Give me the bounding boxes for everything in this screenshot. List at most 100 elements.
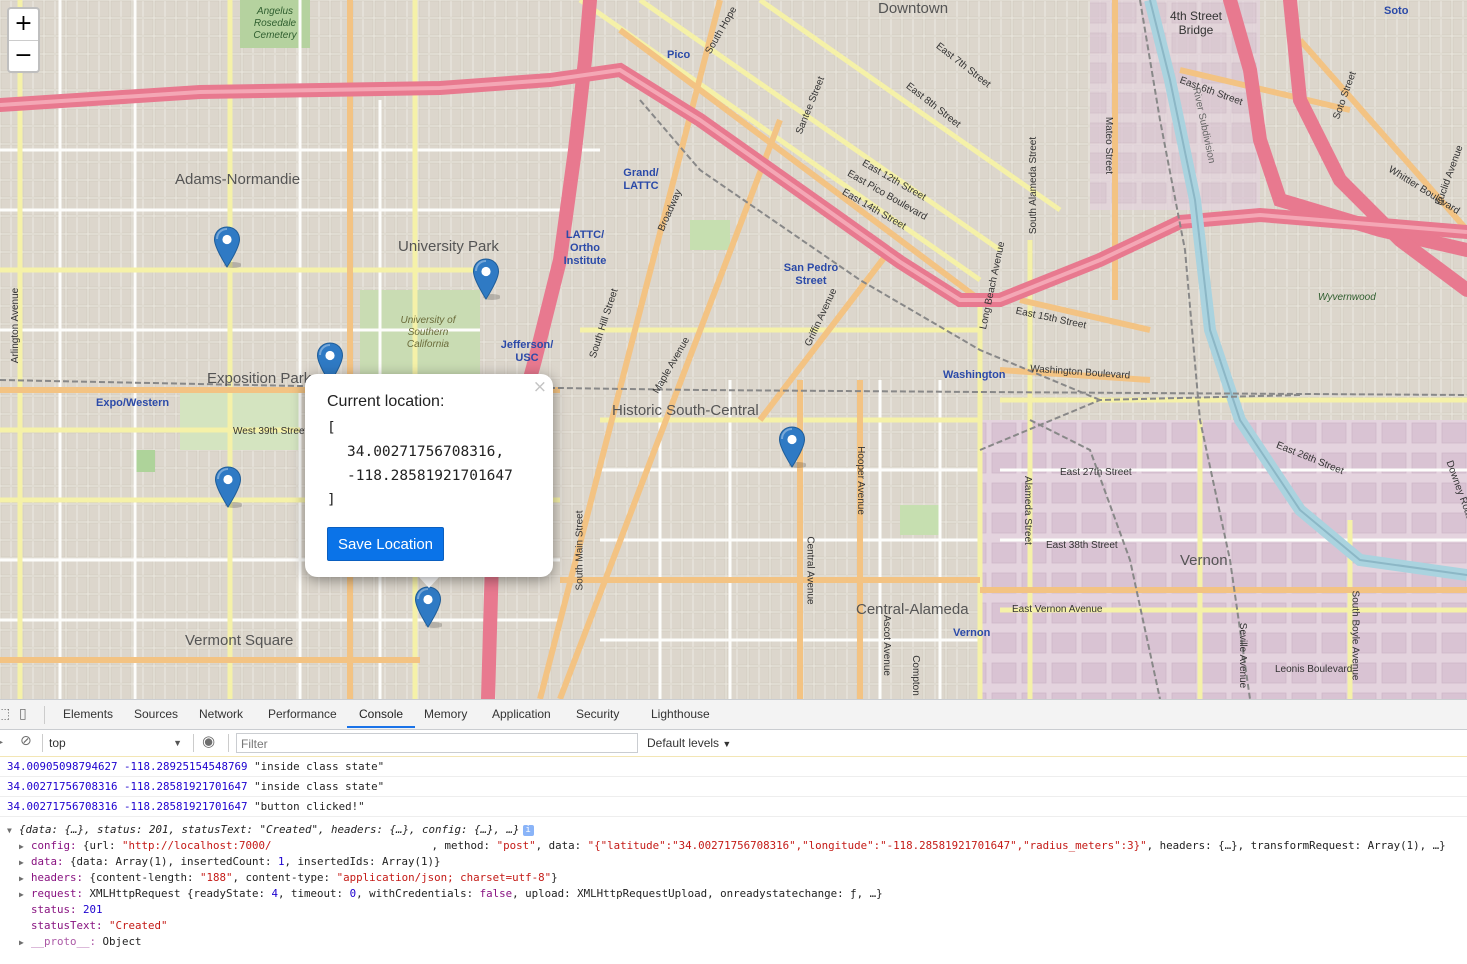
devtools-panel: ⬚ ▯ Elements Sources Network Performance…	[0, 699, 1467, 964]
street-label-south-alameda: South Alameda Street	[1028, 136, 1040, 235]
collapsed-triangle-icon[interactable]: ▶	[19, 935, 31, 951]
map-pin-icon	[778, 426, 806, 468]
popup-coordinates: [ 34.00271756708316, -118.28581921701647…	[327, 416, 513, 512]
zoom-out-button[interactable]: −	[9, 41, 38, 72]
map-pin-icon	[213, 226, 241, 268]
street-label-hooper: Hooper Avenue	[854, 446, 866, 515]
log-levels-label: Default levels	[647, 736, 720, 750]
map-marker[interactable]	[214, 466, 242, 508]
object-request-row[interactable]: ▶ request: XMLHttpRequest {readyState: 4,…	[7, 886, 1467, 902]
context-selector[interactable]: top ▼	[49, 733, 186, 753]
map-marker[interactable]	[778, 426, 806, 468]
map-tiles	[0, 0, 1467, 699]
tab-application[interactable]: Application	[492, 700, 551, 728]
tab-sources[interactable]: Sources	[134, 700, 178, 728]
chevron-down-icon: ▼	[173, 738, 182, 748]
object-statustext-row: statusText: "Created"	[31, 919, 168, 932]
tab-memory[interactable]: Memory	[424, 700, 467, 728]
map-pin-icon	[214, 466, 242, 508]
device-toolbar-icon[interactable]: ▯	[19, 706, 27, 722]
area-label-historic-south-central: Historic South-Central	[612, 402, 759, 419]
tab-security[interactable]: Security	[576, 700, 619, 728]
area-label-vernon: Vernon	[1180, 552, 1228, 569]
collapsed-triangle-icon[interactable]: ▶	[19, 887, 31, 903]
street-label-east-27th: East 27th Street	[1060, 467, 1132, 478]
popup-latitude: 34.00271756708316,	[347, 444, 505, 460]
collapsed-triangle-icon[interactable]: ▶	[19, 855, 31, 871]
object-summary-row[interactable]: ▼ {data: {…}, status: 201, statusText: "C…	[7, 822, 1467, 838]
map-pin-icon	[414, 586, 442, 628]
popup-longitude: -118.28581921701647	[347, 468, 513, 484]
tab-lighthouse[interactable]: Lighthouse	[651, 700, 710, 728]
map-marker[interactable]	[414, 586, 442, 628]
popup-close-button[interactable]: ×	[533, 378, 547, 396]
console-log-line: 34.00271756708316 -118.28581921701647 "i…	[0, 777, 1467, 797]
tab-network[interactable]: Network	[199, 700, 243, 728]
eye-icon[interactable]: ◉	[202, 732, 215, 750]
context-label: top	[49, 736, 66, 750]
area-label-vermont-square: Vermont Square	[185, 632, 294, 649]
street-label-compton: Compton	[909, 655, 921, 696]
street-label-south-boyle: South Boyle Avenue	[1349, 590, 1361, 681]
object-data-row[interactable]: ▶ data: {data: Array(1), insertedCount: 1…	[7, 854, 1467, 870]
console-output[interactable]: 34.00905098794627 -118.28925154548769 "i…	[0, 756, 1467, 964]
station-label-soto: Soto	[1384, 5, 1409, 17]
response-object: ▼ {data: {…}, status: 201, statusText: "C…	[0, 817, 1467, 950]
log-levels-dropdown[interactable]: Default levels ▼	[647, 733, 731, 754]
street-label-mateo: Mateo Street	[1103, 116, 1115, 175]
clear-console-icon[interactable]: ⊘	[20, 733, 32, 749]
street-label-ascot: Ascot Avenue	[880, 615, 892, 676]
collapsed-triangle-icon[interactable]: ▶	[19, 871, 31, 887]
console-filter-input[interactable]: Filter	[236, 733, 638, 753]
street-label-central-avenue: Central Avenue	[804, 536, 816, 605]
street-label-west-39th: West 39th Street	[233, 426, 308, 437]
street-label-south-main: South Main Street	[574, 510, 586, 591]
street-label-east-vernon-ave: East Vernon Avenue	[1012, 604, 1103, 615]
area-label-university-park: University Park	[398, 238, 499, 255]
object-headers-row[interactable]: ▶ headers: {content-length: "188", conten…	[7, 870, 1467, 886]
station-label-expo-western: Expo/Western	[96, 397, 170, 409]
campus-label-usc: University of Southern California	[400, 315, 456, 350]
street-label-alameda: Alameda Street	[1021, 476, 1033, 545]
station-label-jefferson-usc: Jefferson/ USC	[500, 339, 554, 364]
area-label-exposition-park: Exposition Park	[207, 370, 312, 387]
station-label-grand-lattc: Grand/ LATTC	[623, 167, 659, 192]
street-label-4th-street-bridge: 4th Street Bridge	[1169, 9, 1223, 37]
collapsed-triangle-icon[interactable]: ▶	[19, 839, 31, 855]
devtools-tab-bar: ⬚ ▯ Elements Sources Network Performance…	[0, 700, 1467, 730]
street-label-seville: Seville Avenue	[1237, 622, 1249, 689]
console-log-line: 34.00905098794627 -118.28925154548769 "i…	[0, 756, 1467, 777]
station-label-washington: Washington	[943, 369, 1006, 381]
popup-title: Current location:	[327, 393, 445, 410]
zoom-control: + −	[7, 7, 40, 73]
area-label-adams-normandie: Adams-Normandie	[175, 171, 301, 188]
map-marker[interactable]	[213, 226, 241, 268]
sidebar-toggle-icon[interactable]: ▸	[0, 734, 3, 750]
street-label-leonis-blvd: Leonis Boulevard	[1275, 664, 1353, 675]
area-label-wyvernwood: Wyvernwood	[1318, 292, 1376, 303]
location-popup: × Current location: [ 34.00271756708316,…	[305, 374, 553, 577]
street-label-east-38th: East 38th Street	[1046, 540, 1118, 551]
tab-console[interactable]: Console	[347, 700, 416, 728]
object-config-row[interactable]: ▶ config: {url: "http://localhost:7000/, …	[7, 838, 1467, 854]
close-bracket: ]	[327, 492, 336, 508]
object-proto-row[interactable]: ▶ __proto__: Object	[7, 934, 1467, 950]
station-label-vernon: Vernon	[953, 627, 991, 639]
tab-performance[interactable]: Performance	[268, 700, 337, 728]
cemetery-label: Angelus Rosedale Cemetery	[253, 6, 297, 41]
station-label-pico: Pico	[667, 49, 691, 61]
map[interactable]: Downtown Adams-Normandie University Park…	[0, 0, 1467, 699]
expanded-triangle-icon[interactable]: ▼	[7, 823, 19, 839]
station-label-san-pedro-street: San Pedro Street	[783, 262, 839, 287]
street-label-arlington: Arlington Avenue	[10, 287, 22, 364]
inspect-icon[interactable]: ⬚	[0, 706, 10, 722]
map-marker[interactable]	[472, 258, 500, 300]
chevron-down-icon: ▼	[722, 739, 732, 749]
area-label-downtown: Downtown	[878, 0, 949, 17]
map-pin-icon	[472, 258, 500, 300]
console-log-line: 34.00271756708316 -118.28581921701647 "b…	[0, 797, 1467, 817]
area-label-central-alameda: Central-Alameda	[856, 601, 969, 618]
tab-elements[interactable]: Elements	[63, 700, 113, 728]
zoom-in-button[interactable]: +	[9, 9, 38, 41]
save-location-button[interactable]: Save Location	[327, 527, 444, 561]
